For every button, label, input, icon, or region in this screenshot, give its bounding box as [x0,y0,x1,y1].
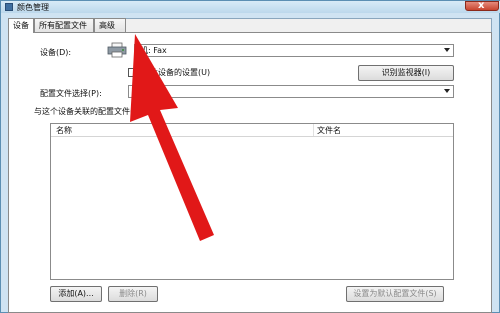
window-title: 颜色管理 [17,3,49,12]
add-button[interactable]: 添加(A)... [50,286,102,302]
profile-selection-value: 自 [134,87,142,96]
associated-profiles-list[interactable]: 名称 文件名 [50,123,454,280]
use-device-settings-label: 对此设备的设置(U) [142,68,211,77]
color-management-icon [5,3,13,11]
title-bar: 颜色管理 x [1,0,500,13]
use-device-settings-checkbox[interactable] [128,68,137,77]
column-header-name[interactable]: 名称 [56,125,72,136]
tab-all-profiles[interactable]: 所有配置文件 [34,18,94,32]
associated-profiles-label: 与这个设备关联的配置文件( [34,107,134,116]
device-select[interactable]: 机: Fax [134,44,454,57]
chevron-down-icon [444,89,450,93]
remove-button[interactable]: 删除(R) [108,286,158,302]
column-divider[interactable] [313,124,314,136]
identify-monitors-button[interactable]: 识别监视器(I) [358,65,454,81]
close-button[interactable]: x [465,0,499,11]
tab-devices[interactable]: 设备 [8,18,34,33]
profile-selection-select[interactable]: 自 [128,85,454,98]
set-default-profile-button[interactable]: 设置为默认配置文件(S) [346,286,444,302]
list-header: 名称 文件名 [51,124,453,137]
tab-advanced[interactable]: 高级 [94,18,126,32]
printer-icon [107,42,127,58]
chevron-down-icon [444,48,450,52]
close-icon: x [478,0,485,11]
column-header-filename[interactable]: 文件名 [317,125,341,136]
device-select-value: 机: Fax [140,46,167,55]
profile-selection-label: 配置文件选择(P): [40,89,102,98]
device-label: 设备(D): [40,48,72,57]
